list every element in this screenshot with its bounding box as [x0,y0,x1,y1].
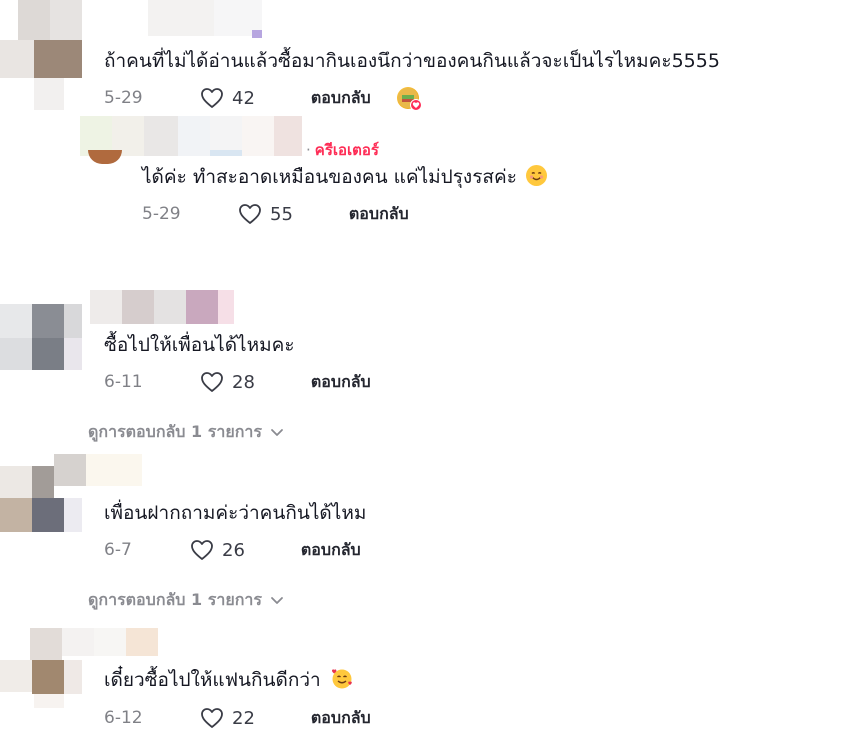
view-replies-label: ดูการตอบกลับ 1 รายการ [88,590,262,609]
like-button[interactable]: 42 [200,87,255,109]
comment-meta: 6-12 22 ตอบกลับ [104,705,371,731]
comment-text: ถ้าคนที่ไม่ได้อ่านแล้วซื้อมากินเองนึกว่า… [104,48,720,74]
comment-date: 6-12 [104,708,143,728]
reply-button[interactable]: ตอบกลับ [311,370,371,395]
username-redacted[interactable] [148,0,268,44]
comment-date: 6-7 [104,540,132,560]
heart-icon [201,88,223,108]
chevron-down-icon [271,428,283,436]
view-replies-button[interactable]: ดูการตอบกลับ 1 รายการ [88,588,284,613]
comment-text-content: ซื้อไปให้เพื่อนได้ไหมคะ [104,334,295,356]
comment-text-content: ได้ค่ะ ทำสะอาดเหมือนของคน แค่ไม่ปรุงรสค่… [142,166,517,188]
avatar[interactable] [0,454,86,532]
comment-text-content: เดี๋ยวซื้อไปให้แฟนกินดีกว่า [104,669,321,691]
comment-meta: 5-29 42 ตอบกลับ [104,85,422,111]
view-replies-button[interactable]: ดูการตอบกลับ 1 รายการ [88,420,284,445]
like-count: 26 [222,539,245,561]
comment-date: 5-29 [142,204,181,224]
heart-icon [201,708,223,728]
like-button[interactable]: 26 [190,539,245,561]
comment-text: เดี๋ยวซื้อไปให้แฟนกินดีกว่า [104,667,352,693]
avatar[interactable] [80,116,144,166]
comment-meta: 6-7 26 ตอบกลับ [104,537,361,563]
comment-meta: 5-29 55 ตอบกลับ [142,201,409,227]
username-redacted[interactable] [90,290,236,326]
comment-text: ได้ค่ะ ทำสะอาดเหมือนของคน แค่ไม่ปรุงรสค่… [142,164,547,190]
like-button[interactable]: 55 [238,203,293,225]
comment-text-content: ถ้าคนที่ไม่ได้อ่านแล้วซื้อมากินเองนึกว่า… [104,50,720,72]
reply-button[interactable]: ตอบกลับ [301,538,361,563]
username-redacted[interactable] [86,454,144,488]
heart-icon [201,372,223,392]
comment-text-content: เพื่อนฝากถามค่ะว่าคนกินได้ไหม [104,502,367,524]
reply-button[interactable]: ตอบกลับ [311,706,371,731]
comment-text: เพื่อนฝากถามค่ะว่าคนกินได้ไหม [104,500,366,526]
like-count: 28 [232,371,255,393]
like-count: 55 [270,203,293,225]
avatar[interactable] [0,0,84,112]
view-replies-label: ดูการตอบกลับ 1 รายการ [88,422,262,441]
like-count: 22 [232,707,255,729]
username-redacted[interactable] [62,628,162,658]
like-count: 42 [232,87,255,109]
comment-date: 5-29 [104,88,143,108]
comment-meta: 6-11 28 ตอบกลับ [104,369,371,395]
heart-icon [239,204,261,224]
creator-liked-badge-icon [396,87,422,111]
username-redacted[interactable] [144,116,302,160]
comment-text: ซื้อไปให้เพื่อนได้ไหมคะ [104,332,295,358]
chevron-down-icon [271,596,283,604]
avatar[interactable] [0,304,84,370]
smiling-face-with-hearts-emoji-icon [330,668,352,689]
creator-liked-badge [396,87,422,111]
reply-button[interactable]: ตอบกลับ [311,86,371,111]
smiling-face-emoji-icon [525,165,547,186]
reply-button[interactable]: ตอบกลับ [349,202,409,227]
like-button[interactable]: 28 [200,371,255,393]
comment-date: 6-11 [104,372,143,392]
creator-label: · ครีเอเตอร์ [306,141,379,159]
like-button[interactable]: 22 [200,707,255,729]
heart-icon [191,540,213,560]
